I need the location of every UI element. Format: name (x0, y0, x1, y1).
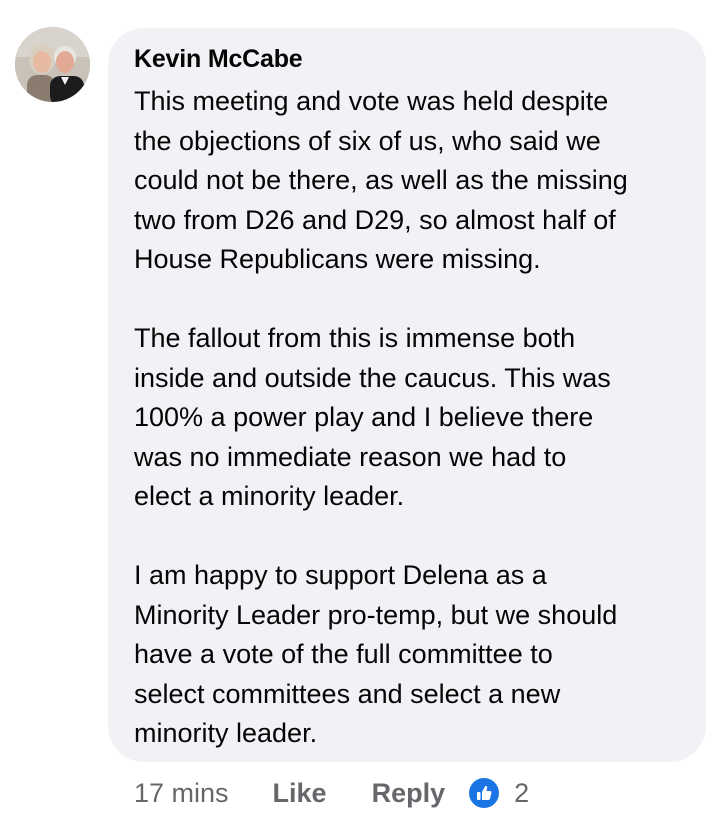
comment-actions: 17 mins Like Reply 2 (134, 776, 529, 810)
reaction-count[interactable]: 2 (514, 778, 529, 809)
avatar[interactable] (15, 27, 90, 102)
like-button[interactable]: Like (273, 778, 327, 809)
comment-author[interactable]: Kevin McCabe (134, 45, 303, 74)
comment-paragraph-2: The fallout from this is immense both in… (134, 323, 611, 511)
comment-paragraph-1: This meeting and vote was held despite t… (134, 86, 628, 274)
profile-photo-icon (15, 27, 90, 102)
like-thumb-icon[interactable] (469, 778, 500, 808)
reply-button[interactable]: Reply (372, 778, 446, 809)
comment-text: This meeting and vote was held despite t… (134, 82, 694, 754)
comment-bubble: Kevin McCabe This meeting and vote was h… (108, 28, 706, 762)
timestamp[interactable]: 17 mins (134, 778, 229, 809)
comment-paragraph-3: I am happy to support Delena as a Minori… (134, 560, 618, 748)
